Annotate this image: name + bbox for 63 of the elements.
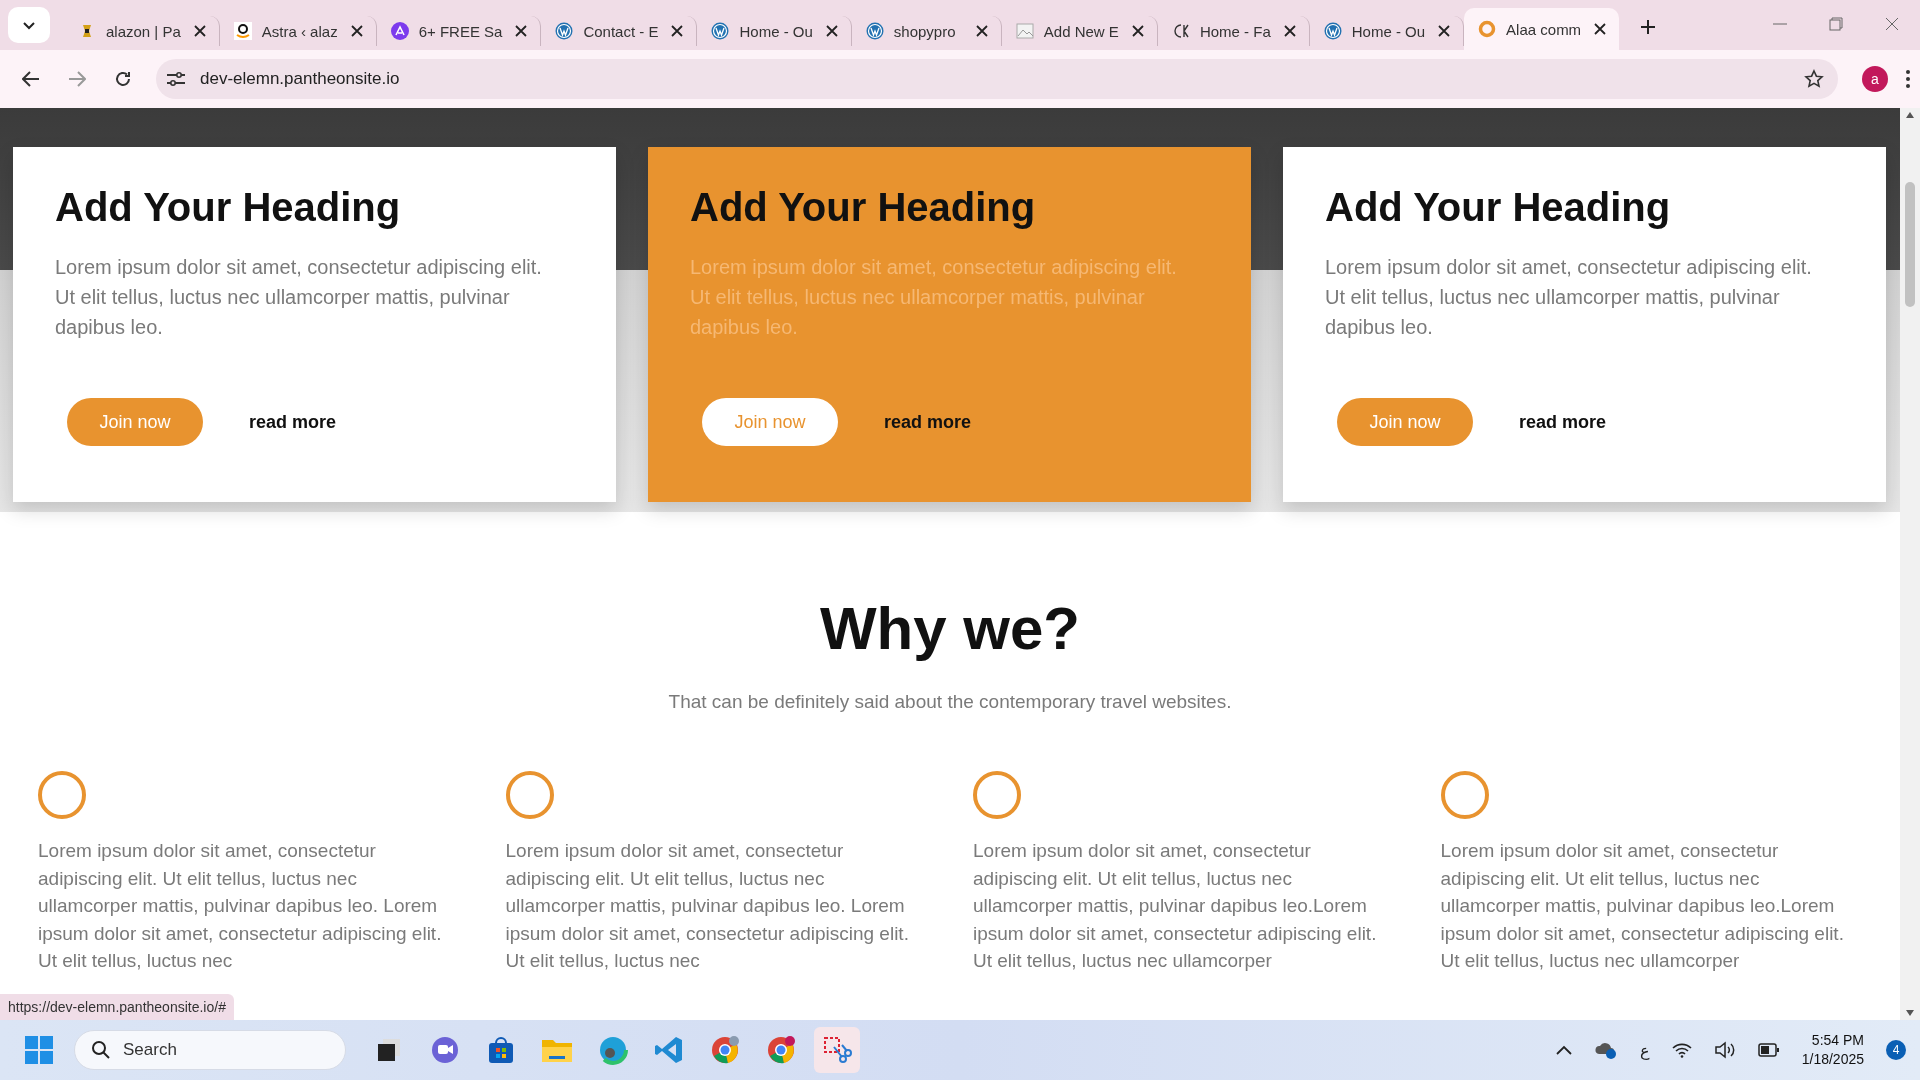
battery-icon[interactable] [1757,1043,1780,1057]
image-icon [1015,22,1034,40]
card-heading: Add Your Heading [1325,185,1672,230]
ring-icon [1478,20,1497,38]
taskbar-search-field[interactable]: Search [74,1030,346,1070]
link-status-url: https://dev-elemn.pantheonsite.io/# [0,994,234,1020]
card-text: Lorem ipsum dolor sit amet, consectetur adipiscing elit. Ut elit tellus, luctus nec ullamcorper mattis, pulvinar dapibus leo. [1325,255,1813,340]
card-heading: Add Your Heading [690,185,1037,230]
read-more-link[interactable]: read more [249,411,337,433]
feature-text: Lorem ipsum dolor sit amet, consectetur adipiscing elit. Ut elit tellus, luctus nec ullamcorper mattis, pulvinar dapibus leo. Lorem ipsum dolor sit amet, consectetur adipiscing elit. Ut elit tellus, luctus nec [505,839,910,973]
snipping-tool-icon[interactable] [814,1027,860,1073]
windows-start-icon[interactable] [24,1035,54,1065]
circle-icon [1440,771,1489,819]
browser-tab[interactable]: Home - Fa [1157,16,1310,46]
restore-icon [1829,17,1843,31]
minimize-icon [1773,23,1787,25]
scroll-up-arrow-icon[interactable] [1906,112,1914,118]
keyboard-language[interactable]: ع [1639,1040,1650,1060]
browser-tab[interactable]: Contact - E [541,16,698,46]
section-subtitle: That can be definitely said about the contemporary travel websites. [668,691,1232,713]
url-text: dev-elemn.pantheonsite.io [200,69,401,89]
bookmark-star-icon[interactable] [1804,69,1824,89]
wifi-icon[interactable] [1671,1042,1692,1058]
browser-tab[interactable]: Home - Ou [697,16,852,46]
taskbar-clock[interactable]: 5:54 PM 1/18/2025 [1801,1031,1864,1069]
close-icon [1885,17,1899,31]
search-placeholder: Search [123,1040,177,1060]
browser-tab[interactable]: Add New E [1001,16,1158,46]
menu-icon[interactable] [1906,70,1910,88]
forward-arrow-icon [68,70,86,88]
read-more-link[interactable]: read more [884,411,972,433]
feature-text: Lorem ipsum dolor sit amet, consectetur adipiscing elit. Ut elit tellus, luctus nec ullamcorper mattis, pulvinar dapibus leo.Lorem ipsum dolor sit amet, consectetur adipiscing elit. Ut elit tellus, luctus nec ullamcorper [973,839,1378,973]
circle-icon [973,771,1021,819]
search-icon [91,1040,111,1060]
browser-tab[interactable]: Home - Ou [1309,16,1465,46]
circle-icon [38,771,86,819]
back-arrow-icon [22,70,40,88]
circle-icon [505,771,554,819]
card-heading: Add Your Heading [55,185,402,230]
address-bar[interactable]: dev-elemn.pantheonsite.io [156,59,1838,99]
scrollbar[interactable] [1900,108,1920,1020]
feature-text: Lorem ipsum dolor sit amet, consectetur adipiscing elit. Ut elit tellus, luctus nec ullamcorper mattis, pulvinar dapibus leo.Lorem ipsum dolor sit amet, consectetur adipiscing elit. Ut elit tellus, luctus nec ullamcorper [1440,839,1845,973]
feature-text: Lorem ipsum dolor sit amet, consectetur adipiscing elit. Ut elit tellus, luctus nec ullamcorper mattis, pulvinar dapibus leo. Lorem ipsum dolor sit amet, consectetur adipiscing elit. Ut elit tellus, luctus nec [38,839,443,973]
card-text: Lorem ipsum dolor sit amet, consectetur adipiscing elit. Ut elit tellus, luctus nec ullamcorper mattis, pulvinar dapibus leo. [55,255,543,340]
profile-avatar[interactable]: a [1862,66,1888,92]
volume-icon[interactable] [1713,1041,1736,1059]
scrollbar-thumb[interactable] [1905,181,1915,307]
browser-tab[interactable]: Alaa comm [1464,8,1620,50]
browser-tab[interactable]: shopypro [851,16,1002,46]
site-settings-icon[interactable] [166,71,186,87]
notification-badge[interactable]: 4 [1886,1040,1906,1060]
scroll-down-arrow-icon[interactable] [1906,1010,1914,1016]
browser-tab[interactable]: 6+ FREE Sa [376,16,542,46]
browser-tab[interactable]: Astra ‹ alaz [219,16,377,46]
plus-icon [1640,19,1657,35]
ck-logo-icon [1171,22,1190,40]
cloud-info-icon[interactable] [1593,1040,1618,1060]
browser-tab[interactable]: alazon | Pa [64,16,220,46]
card-text: Lorem ipsum dolor sit amet, consectetur adipiscing elit. Ut elit tellus, luctus nec ullamcorper mattis, pulvinar dapibus leo. [690,255,1178,340]
chevron-up-icon[interactable] [1555,1045,1572,1055]
reload-icon [114,70,132,88]
section-heading: Why we? [820,594,1080,663]
read-more-link[interactable]: read more [1519,411,1607,433]
